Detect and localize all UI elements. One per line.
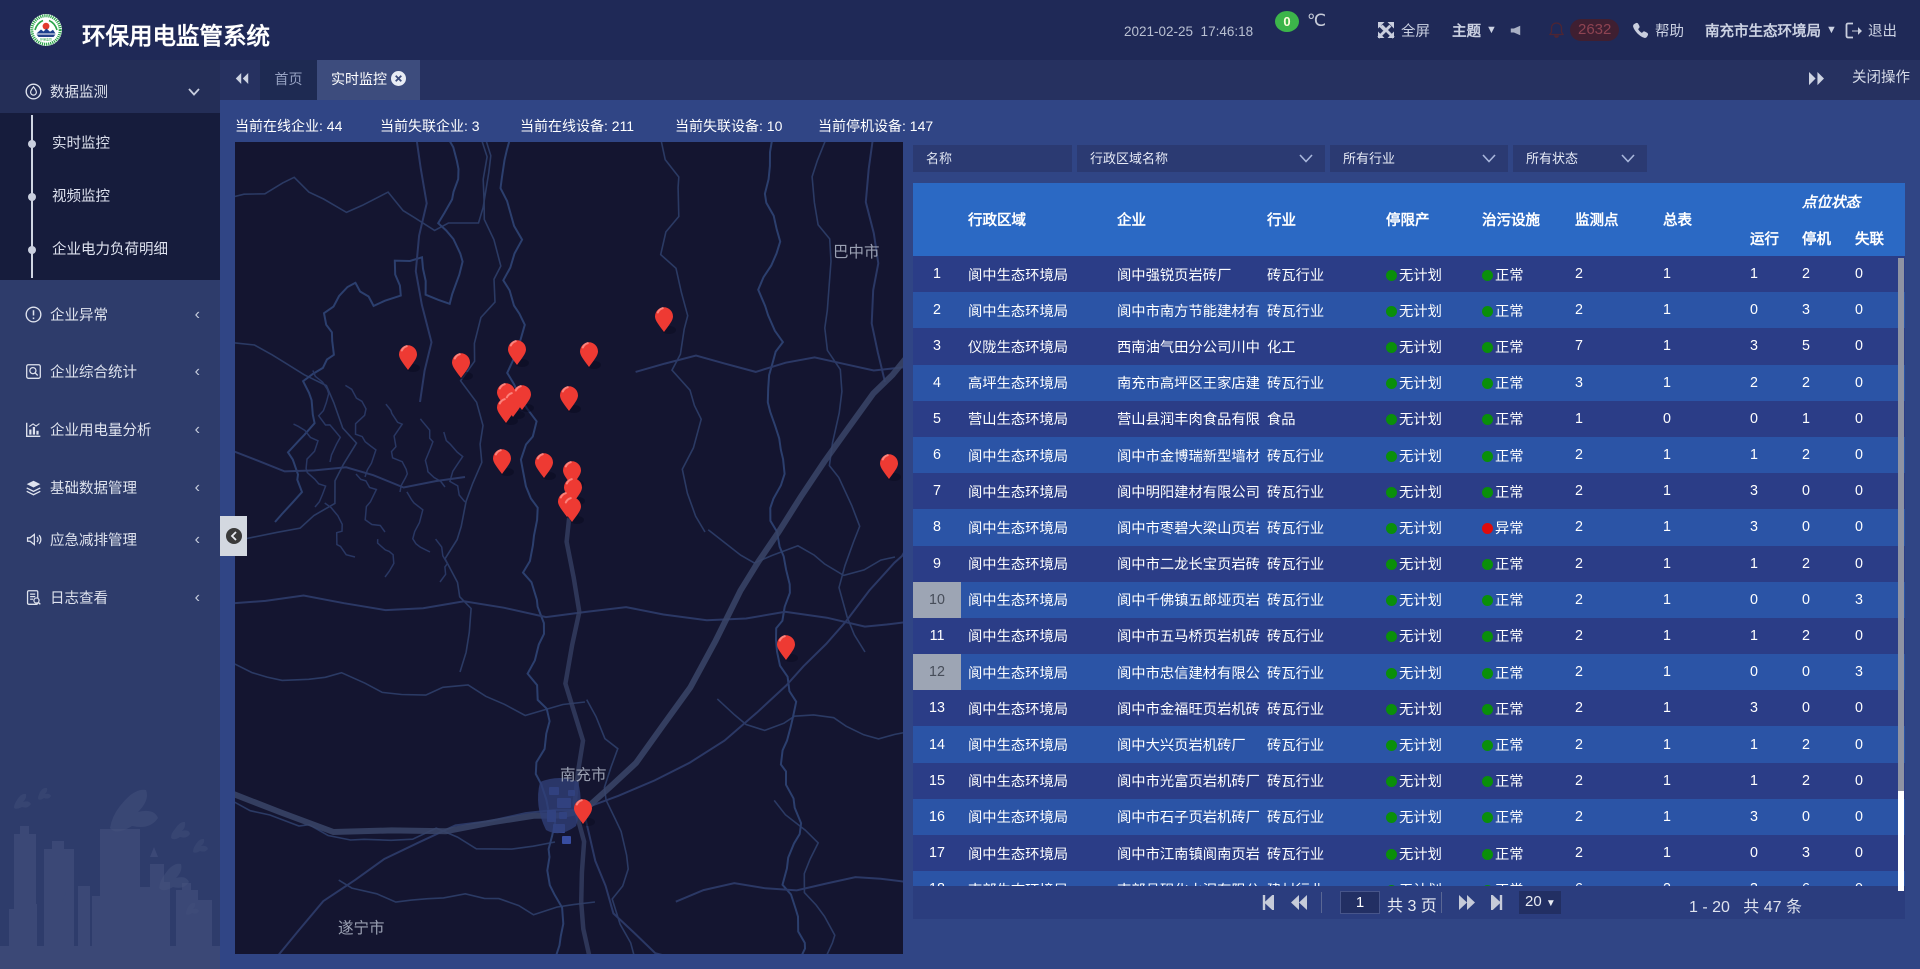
svg-text:遂宁市: 遂宁市 [338, 919, 385, 937]
svg-text:巴中市: 巴中市 [833, 243, 880, 261]
svg-text:环保监管: 环保监管 [40, 37, 52, 42]
svg-text:南充市: 南充市 [560, 766, 607, 784]
